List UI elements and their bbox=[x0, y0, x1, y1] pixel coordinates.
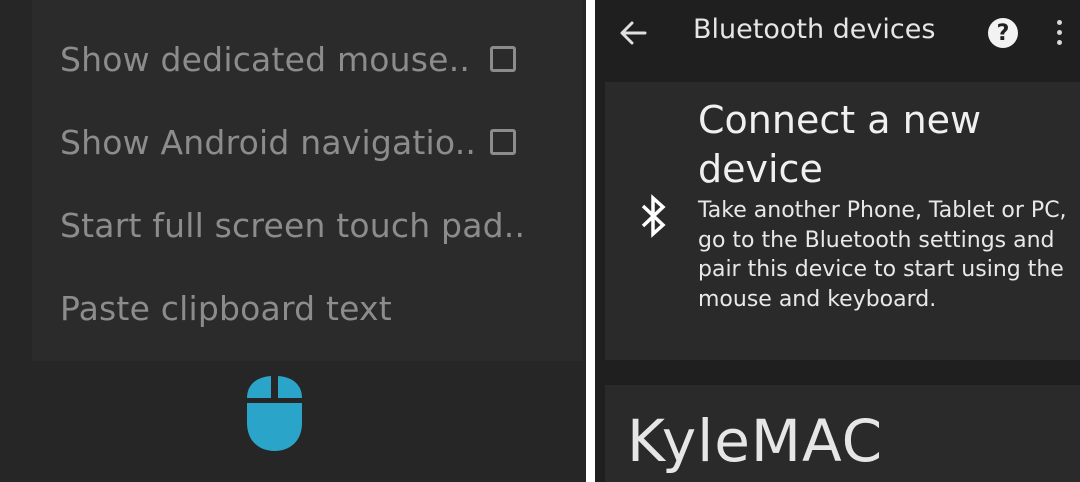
menu-item-label: Start full screen touch pad.. bbox=[60, 205, 526, 245]
menu-item-start-full-screen-touch-pad[interactable]: Start full screen touch pad.. bbox=[60, 195, 525, 255]
bluetooth-icon bbox=[641, 194, 666, 238]
bluetooth-devices-screen: Bluetooth devices ? Connect a new device… bbox=[595, 0, 1080, 482]
connect-new-device-title: Connect a new device bbox=[698, 98, 982, 191]
back-arrow-icon[interactable] bbox=[617, 17, 649, 49]
app-bar: Bluetooth devices ? bbox=[595, 0, 1080, 66]
show-dedicated-mouse-checkbox[interactable] bbox=[490, 46, 516, 72]
more-vert-icon[interactable] bbox=[1057, 20, 1063, 46]
menu-item-paste-clipboard-text[interactable]: Paste clipboard text bbox=[60, 278, 392, 338]
page-title: Bluetooth devices bbox=[693, 14, 936, 45]
paired-device-card[interactable]: KyleMAC bbox=[605, 385, 1080, 482]
mouse-icon[interactable] bbox=[244, 375, 305, 452]
device-name: KyleMAC bbox=[627, 407, 884, 475]
connect-new-device-description: Take another Phone, Tablet or PC, go to … bbox=[698, 198, 1067, 312]
options-menu: Show dedicated mouse.. Show Android navi… bbox=[32, 0, 582, 361]
menu-item-show-android-navigation[interactable]: Show Android navigatio.. bbox=[60, 112, 476, 172]
mouse-menu-panel: Show dedicated mouse.. Show Android navi… bbox=[0, 0, 586, 482]
show-android-navigation-checkbox[interactable] bbox=[490, 129, 516, 155]
menu-item-label: Show Android navigatio.. bbox=[60, 122, 477, 162]
help-icon[interactable]: ? bbox=[988, 18, 1018, 48]
menu-item-label: Paste clipboard text bbox=[60, 288, 392, 328]
connect-new-device-card[interactable]: Connect a new device Take another Phone,… bbox=[605, 82, 1080, 360]
menu-item-show-dedicated-mouse[interactable]: Show dedicated mouse.. bbox=[60, 29, 470, 89]
menu-item-label: Show dedicated mouse.. bbox=[60, 39, 471, 79]
